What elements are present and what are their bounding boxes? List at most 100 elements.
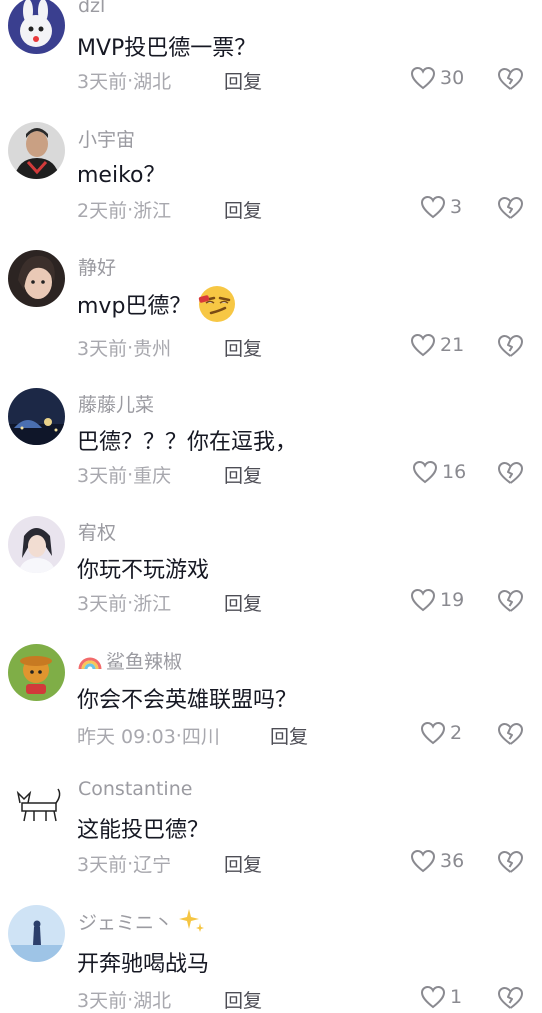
avatar[interactable] xyxy=(8,516,65,573)
reply-button[interactable]: 回复 xyxy=(224,850,262,877)
broken-heart-icon xyxy=(497,461,524,485)
dislike-button[interactable] xyxy=(497,850,524,874)
like-button[interactable]: 30 xyxy=(410,66,464,90)
comment-meta: 3天前 · 贵州 xyxy=(77,334,171,361)
comment-username[interactable]: 藤藤儿菜 xyxy=(78,390,154,417)
heart-outline-icon xyxy=(410,66,436,90)
reply-button[interactable]: 回复 xyxy=(224,334,262,361)
comment-location: 浙江 xyxy=(133,593,172,615)
dislike-button[interactable] xyxy=(497,461,524,485)
like-button[interactable]: 1 xyxy=(420,985,462,1009)
reply-button[interactable]: 回复 xyxy=(224,986,262,1013)
comment-text: 你玩不玩游戏 xyxy=(77,558,210,583)
like-count: 19 xyxy=(440,589,465,611)
comment-username[interactable]: Constantine xyxy=(78,778,192,800)
heart-outline-icon xyxy=(410,588,436,612)
heart-outline-icon xyxy=(412,460,438,484)
comment-text: 巴德？？？你在逗我， xyxy=(77,430,298,455)
comment-meta: 2天前 · 浙江 xyxy=(77,196,171,223)
broken-heart-icon xyxy=(497,334,524,358)
comment-meta: 3天前 · 辽宁 xyxy=(77,850,171,877)
broken-heart-icon xyxy=(497,850,524,874)
like-button[interactable]: 2 xyxy=(420,721,462,745)
comment-location: 四川 xyxy=(181,726,220,748)
comment-text-body: mvp巴德？ xyxy=(77,294,192,319)
rainbow-emoji xyxy=(78,649,102,671)
comment-time: 2天前 xyxy=(77,200,128,222)
comment-location: 贵州 xyxy=(133,338,172,360)
dislike-button[interactable] xyxy=(497,67,524,91)
dislike-button[interactable] xyxy=(497,722,524,746)
comment-username[interactable]: 宥权 xyxy=(78,518,116,545)
comment-location: 湖北 xyxy=(133,990,172,1012)
heart-outline-icon xyxy=(420,195,446,219)
avatar[interactable] xyxy=(8,905,65,962)
reply-button[interactable]: 回复 xyxy=(224,461,262,488)
avatar[interactable] xyxy=(8,0,65,54)
broken-heart-icon xyxy=(497,722,524,746)
broken-heart-icon xyxy=(497,196,524,220)
comment-meta: 3天前 · 湖北 xyxy=(77,67,171,94)
avatar[interactable] xyxy=(8,775,65,832)
dislike-button[interactable] xyxy=(497,334,524,358)
comment-time: 3天前 xyxy=(77,593,128,615)
sparkles-emoji xyxy=(175,907,205,933)
comment-text: 开奔驰喝战马 xyxy=(77,952,210,977)
dislike-button[interactable] xyxy=(497,986,524,1010)
comment-text: meiko？ xyxy=(77,163,166,188)
reply-button[interactable]: 回复 xyxy=(224,589,262,616)
comment-location: 湖北 xyxy=(133,71,172,93)
comment-meta: 昨天 09:03 · 四川 xyxy=(77,722,220,749)
broken-heart-icon xyxy=(497,589,524,613)
comment-time: 3天前 xyxy=(77,338,128,360)
heart-outline-icon xyxy=(410,849,436,873)
comment-location: 浙江 xyxy=(133,200,172,222)
heart-outline-icon xyxy=(420,985,446,1009)
dislike-button[interactable] xyxy=(497,196,524,220)
dislike-button[interactable] xyxy=(497,589,524,613)
like-button[interactable]: 19 xyxy=(410,588,464,612)
like-button[interactable]: 3 xyxy=(420,195,462,219)
comment-username[interactable]: ジェミニ丶 xyxy=(78,907,205,935)
comment-text: 你会不会英雄联盟吗？ xyxy=(77,688,298,713)
comment-time: 昨天 09:03 xyxy=(77,726,176,748)
comment-username-text: ジェミニ丶 xyxy=(78,912,174,934)
comment-username[interactable]: 静好 xyxy=(78,253,116,280)
avatar[interactable] xyxy=(8,122,65,179)
comment-location: 重庆 xyxy=(133,465,172,487)
reply-button[interactable]: 回复 xyxy=(224,196,262,223)
comment-text: 这能投巴德？ xyxy=(77,818,210,843)
like-count: 30 xyxy=(440,67,465,89)
comment-meta: 3天前 · 重庆 xyxy=(77,461,171,488)
like-count: 3 xyxy=(450,196,463,218)
avatar[interactable] xyxy=(8,644,65,701)
like-button[interactable]: 21 xyxy=(410,333,464,357)
comment-username[interactable]: 鲨鱼辣椒 xyxy=(78,647,182,674)
like-count: 21 xyxy=(440,334,465,356)
heart-outline-icon xyxy=(410,333,436,357)
comment-username-text: 鲨鱼辣椒 xyxy=(106,651,183,673)
comment-text: mvp巴德？ xyxy=(77,284,237,324)
reply-button[interactable]: 回复 xyxy=(270,722,308,749)
reply-button[interactable]: 回复 xyxy=(224,67,262,94)
comment-text: MVP投巴德一票？ xyxy=(77,36,257,61)
comment-time: 3天前 xyxy=(77,990,128,1012)
like-count: 2 xyxy=(450,722,463,744)
comment-username[interactable]: 小宇宙 xyxy=(78,125,135,152)
smirk-face-emoji xyxy=(197,284,237,324)
like-count: 36 xyxy=(440,850,465,872)
avatar[interactable] xyxy=(8,250,65,307)
like-button[interactable]: 16 xyxy=(412,460,466,484)
comment-time: 3天前 xyxy=(77,71,128,93)
like-count: 16 xyxy=(442,461,467,483)
comment-time: 3天前 xyxy=(77,854,128,876)
comment-time: 3天前 xyxy=(77,465,128,487)
comment-meta: 3天前 · 浙江 xyxy=(77,589,171,616)
comment-meta: 3天前 · 湖北 xyxy=(77,986,171,1013)
broken-heart-icon xyxy=(497,986,524,1010)
like-count: 1 xyxy=(450,986,463,1008)
comment-username[interactable]: dzl xyxy=(78,0,105,17)
broken-heart-icon xyxy=(497,67,524,91)
avatar[interactable] xyxy=(8,388,65,445)
like-button[interactable]: 36 xyxy=(410,849,464,873)
